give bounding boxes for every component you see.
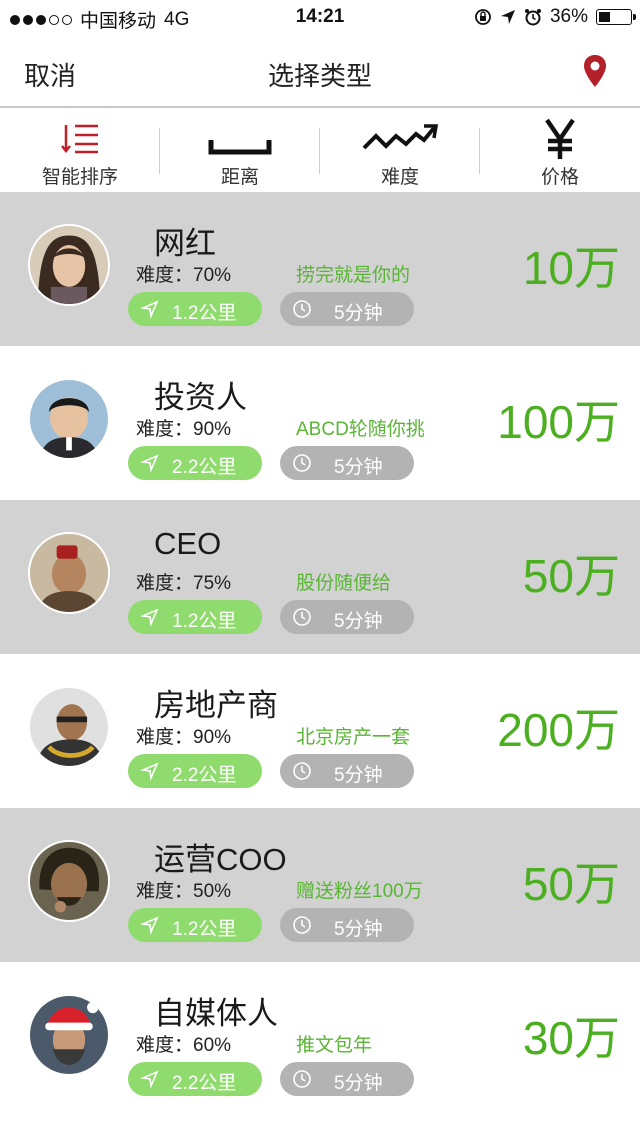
location-arrow-icon xyxy=(500,10,515,24)
clock-icon xyxy=(293,454,311,472)
distance-pill: 2.2公里 xyxy=(128,754,262,788)
status-bar: 中国移动 4G 14:21 36% xyxy=(0,0,640,36)
time-text: 5分钟 xyxy=(334,611,383,632)
item-perk: 北京房产一套 xyxy=(296,727,411,748)
time-text: 5分钟 xyxy=(334,457,383,478)
item-difficulty: 难度：70% xyxy=(136,265,232,286)
distance-text: 2.2公里 xyxy=(172,765,237,786)
clock-icon xyxy=(293,762,311,780)
battery-percent: 36% xyxy=(549,6,588,27)
sort-tab-price[interactable]: 价格 xyxy=(480,110,640,192)
list-item[interactable]: 投资人 难度：90% ABCD轮随你挑 100万 2.2公里 5分钟 xyxy=(0,346,640,500)
distance-pill: 1.2公里 xyxy=(128,292,262,326)
distance-pill: 1.2公里 xyxy=(128,600,262,634)
clock-icon xyxy=(293,1070,311,1088)
time-pill: 5分钟 xyxy=(280,446,414,480)
item-name: 网红 xyxy=(154,226,216,261)
item-price: 50万 xyxy=(522,550,620,602)
status-right: 36% xyxy=(474,6,636,28)
sort-list-icon xyxy=(61,124,98,154)
distance-text: 2.2公里 xyxy=(172,457,237,478)
list-item[interactable]: 房地产商 难度：90% 北京房产一套 200万 2.2公里 5分钟 xyxy=(0,654,640,808)
item-difficulty: 难度：75% xyxy=(136,573,232,594)
time-text: 5分钟 xyxy=(334,1073,383,1094)
alarm-clock-icon xyxy=(524,9,541,26)
person-type-list: 网红 难度：70% 捞完就是你的 10万 1.2公里 5分钟 投资人 难度：90… xyxy=(0,192,640,1116)
distance-text: 1.2公里 xyxy=(172,611,237,632)
time-pill: 5分钟 xyxy=(280,1062,414,1096)
navigation-arrow-icon xyxy=(140,608,159,627)
time-pill: 5分钟 xyxy=(280,754,414,788)
distance-text: 2.2公里 xyxy=(172,1073,237,1094)
sort-tab-smart[interactable]: 智能排序 xyxy=(0,110,160,192)
sort-tab-label: 价格 xyxy=(540,167,579,188)
avatar xyxy=(28,994,110,1076)
avatar xyxy=(28,224,110,306)
page-title: 选择类型 xyxy=(267,61,372,91)
time-text: 5分钟 xyxy=(334,765,383,786)
trend-up-icon xyxy=(362,124,438,150)
avatar xyxy=(28,378,110,460)
navigation-arrow-icon xyxy=(140,454,159,473)
orientation-lock-icon xyxy=(475,9,491,25)
sort-tab-distance[interactable]: 距离 xyxy=(160,110,320,192)
time-text: 5分钟 xyxy=(334,303,383,324)
avatar xyxy=(28,686,110,768)
item-difficulty: 难度：60% xyxy=(136,1035,232,1056)
item-perk: 赠送粉丝100万 xyxy=(296,881,423,902)
list-item[interactable]: 自媒体人 难度：60% 推文包年 30万 2.2公里 5分钟 xyxy=(0,962,640,1116)
item-difficulty: 难度：50% xyxy=(136,881,232,902)
clock-icon xyxy=(293,300,311,318)
distance-text: 1.2公里 xyxy=(172,919,237,940)
list-item[interactable]: 网红 难度：70% 捞完就是你的 10万 1.2公里 5分钟 xyxy=(0,192,640,346)
distance-pill: 1.2公里 xyxy=(128,908,262,942)
navigation-arrow-icon xyxy=(140,762,159,781)
clock-icon xyxy=(293,916,311,934)
battery-icon xyxy=(596,9,636,25)
yen-icon xyxy=(545,118,575,159)
navigation-arrow-icon xyxy=(140,300,159,319)
item-perk: ABCD轮随你挑 xyxy=(296,419,425,440)
list-item[interactable]: 运营COO 难度：50% 赠送粉丝100万 50万 1.2公里 5分钟 xyxy=(0,808,640,962)
time-pill: 5分钟 xyxy=(280,600,414,634)
avatar xyxy=(28,532,110,614)
item-name: CEO xyxy=(154,526,222,561)
item-name: 投资人 xyxy=(154,380,247,415)
sort-bar: 智能排序 距离 难度 价格 xyxy=(0,110,640,192)
item-difficulty: 难度：90% xyxy=(136,727,232,748)
item-price: 200万 xyxy=(497,704,620,756)
time-pill: 5分钟 xyxy=(280,908,414,942)
item-price: 30万 xyxy=(522,1012,620,1064)
distance-pill: 2.2公里 xyxy=(128,446,262,480)
item-name: 运营COO xyxy=(154,842,287,877)
item-price: 100万 xyxy=(497,396,620,448)
item-difficulty: 难度：90% xyxy=(136,419,232,440)
nav-bar: 取消 选择类型 xyxy=(0,36,640,108)
avatar xyxy=(28,840,110,922)
sort-tab-label: 距离 xyxy=(220,167,259,188)
time-text: 5分钟 xyxy=(334,919,383,940)
navigation-arrow-icon xyxy=(140,916,159,935)
distance-text: 1.2公里 xyxy=(172,303,237,324)
item-perk: 捞完就是你的 xyxy=(296,265,411,286)
sort-tab-label: 智能排序 xyxy=(41,167,118,188)
location-pin-icon[interactable] xyxy=(582,54,608,88)
item-price: 10万 xyxy=(522,242,620,294)
item-name: 自媒体人 xyxy=(154,996,278,1031)
item-name: 房地产商 xyxy=(154,688,278,723)
item-perk: 推文包年 xyxy=(296,1035,373,1056)
list-item[interactable]: CEO 难度：75% 股份随便给 50万 1.2公里 5分钟 xyxy=(0,500,640,654)
clock-icon xyxy=(293,608,311,626)
distance-bracket-icon xyxy=(208,140,272,155)
distance-pill: 2.2公里 xyxy=(128,1062,262,1096)
navigation-arrow-icon xyxy=(140,1070,159,1089)
sort-tab-label: 难度 xyxy=(380,167,419,188)
item-price: 50万 xyxy=(522,858,620,910)
time-pill: 5分钟 xyxy=(280,292,414,326)
sort-tab-difficulty[interactable]: 难度 xyxy=(320,110,480,192)
item-perk: 股份随便给 xyxy=(296,573,392,594)
